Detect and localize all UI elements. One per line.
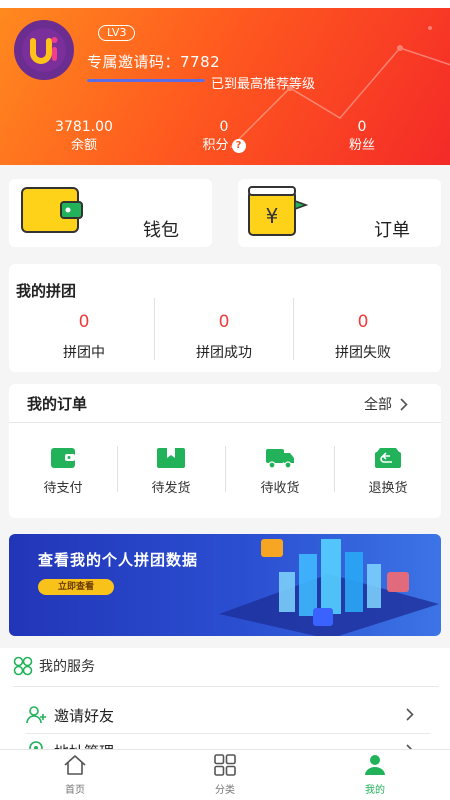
banner-button[interactable]: 立即查看 <box>38 579 114 595</box>
my-orders-title: 我的订单 <box>27 395 88 413</box>
wallet-icon <box>21 187 83 233</box>
banner-title: 查看我的个人拼团数据 <box>38 551 199 569</box>
order-pending-receipt[interactable]: 待收货 <box>235 447 325 496</box>
orders-label: 订单 <box>374 220 410 241</box>
group-count: 0 <box>78 312 90 332</box>
service-invite-friends[interactable]: 邀请好友 <box>26 701 418 729</box>
order-pending-shipment[interactable]: 待发货 <box>126 447 216 496</box>
divider <box>26 733 430 734</box>
profile-header: LV3 专属邀请码：7782 已到最高推荐等级 3781.00 余额 0 积分?… <box>0 0 450 165</box>
return-icon <box>375 448 401 468</box>
group-label: 拼团中 <box>63 345 105 361</box>
group-label: 拼团失败 <box>335 345 391 361</box>
tab-category[interactable]: 分类 <box>185 754 265 796</box>
group-success[interactable]: 0 拼团成功 <box>155 310 293 362</box>
group-failed[interactable]: 0 拼团失败 <box>294 310 432 362</box>
order-pending-payment[interactable]: 待支付 <box>18 447 108 496</box>
divider <box>13 686 439 687</box>
home-icon <box>64 755 86 775</box>
grid-icon <box>214 754 236 776</box>
services-title: 我的服务 <box>39 659 95 675</box>
invite-user-icon <box>26 706 46 724</box>
divider <box>117 446 118 492</box>
wallet-label: 钱包 <box>143 220 179 241</box>
stat-label: 积分 <box>202 138 229 153</box>
stat-fans[interactable]: 0 粉丝 <box>302 118 422 156</box>
level-progress-bar <box>87 79 205 82</box>
service-label: 邀请好友 <box>54 706 115 725</box>
services-header: 我的服务 <box>13 656 95 676</box>
wallet-icon <box>51 448 75 468</box>
stat-balance[interactable]: 3781.00 余额 <box>24 118 144 156</box>
tab-label: 我的 <box>365 785 385 796</box>
order-status-label: 退换货 <box>368 481 408 496</box>
truck-icon <box>266 449 294 469</box>
group-data-banner[interactable]: 查看我的个人拼团数据 立即查看 <box>9 534 441 636</box>
level-badge: LV3 <box>98 25 136 41</box>
brand-logo-icon <box>22 28 66 72</box>
data-illustration <box>219 539 439 636</box>
all-orders-label: 全部 <box>364 397 392 413</box>
group-count: 0 <box>357 312 369 332</box>
order-status-label: 待收货 <box>260 481 300 496</box>
tab-mine[interactable]: 我的 <box>335 754 415 796</box>
order-status-label: 待支付 <box>43 481 83 496</box>
tab-label: 分类 <box>215 785 235 796</box>
chevron-right-icon <box>406 708 414 721</box>
group-ongoing[interactable]: 0 拼团中 <box>15 310 153 362</box>
chevron-right-icon <box>400 397 408 411</box>
status-bar <box>0 0 450 8</box>
avatar[interactable] <box>14 20 74 80</box>
bottom-tab-bar: 首页 分类 我的 <box>0 749 450 800</box>
tab-label: 首页 <box>65 785 85 796</box>
divider <box>334 446 335 492</box>
group-label: 拼团成功 <box>196 345 252 361</box>
stat-value: 0 <box>219 119 229 135</box>
all-orders-link[interactable]: 全部 <box>364 394 408 414</box>
divider <box>225 446 226 492</box>
services-grid-icon <box>13 656 33 676</box>
order-returns[interactable]: 退换货 <box>343 447 433 496</box>
receipt-icon: ¥ <box>248 186 308 236</box>
orders-tile[interactable]: ¥ 订单 <box>238 179 441 247</box>
wallet-tile[interactable]: 钱包 <box>9 179 212 247</box>
invite-code[interactable]: 专属邀请码：7782 <box>87 51 220 72</box>
tab-home[interactable]: 首页 <box>35 754 115 796</box>
group-count: 0 <box>218 312 230 332</box>
stat-value: 0 <box>357 119 367 135</box>
divider <box>9 422 441 423</box>
stat-label: 粉丝 <box>348 138 375 153</box>
stat-value: 3781.00 <box>55 119 113 135</box>
stat-label: 余额 <box>70 138 97 153</box>
box-icon <box>157 448 185 468</box>
level-progress-fill <box>87 79 205 82</box>
group-buy-title: 我的拼团 <box>16 282 77 300</box>
user-icon <box>365 755 385 775</box>
stat-points[interactable]: 0 积分? <box>164 118 284 156</box>
order-status-label: 待发货 <box>151 481 191 496</box>
svg-text:¥: ¥ <box>266 204 279 228</box>
help-icon[interactable]: ? <box>231 139 246 153</box>
level-status: 已到最高推荐等级 <box>211 77 316 92</box>
